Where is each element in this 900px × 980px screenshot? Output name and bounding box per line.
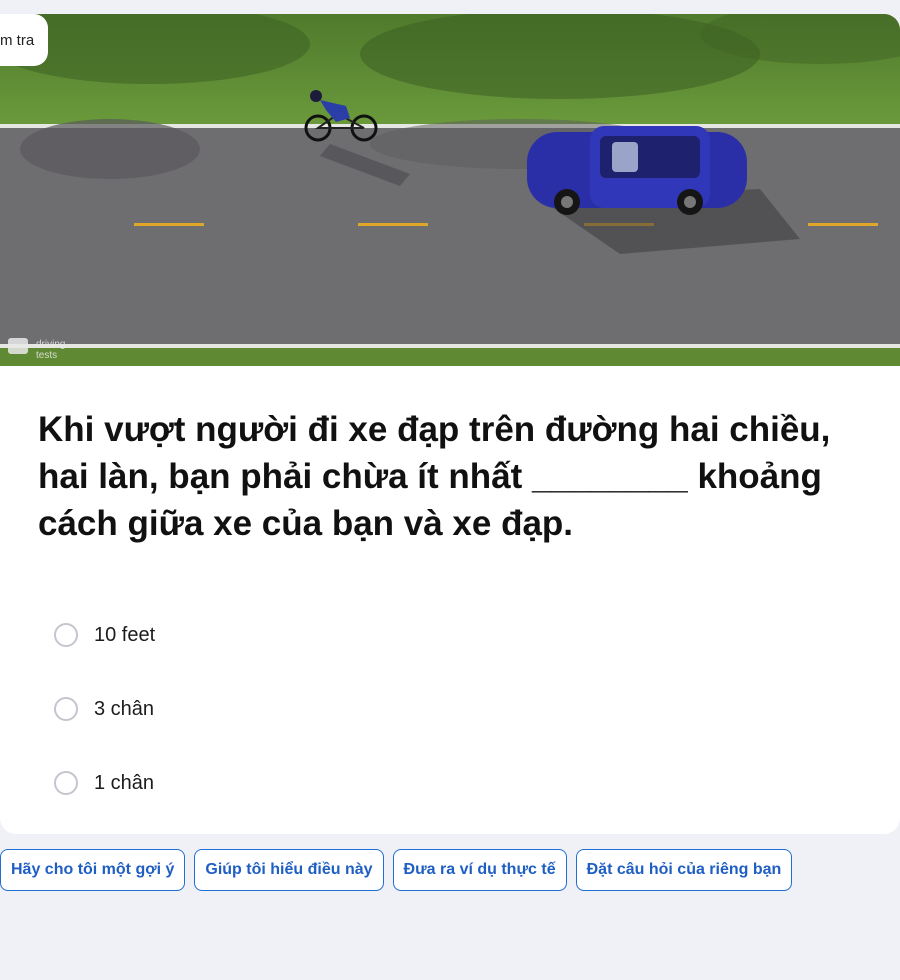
- question-text: Khi vượt người đi xe đạp trên đường hai …: [38, 410, 831, 543]
- real-example-button[interactable]: Đưa ra ví dụ thực tế: [392, 849, 567, 891]
- radio-button[interactable]: [54, 697, 78, 721]
- suggestion-chips: Hãy cho tôi một gợi ý Giúp tôi hiểu điều…: [0, 849, 793, 891]
- watermark-text-top: driving: [36, 339, 65, 350]
- test-badge: m tra: [0, 14, 49, 66]
- ask-question-button[interactable]: Đặt câu hỏi của riêng bạn: [575, 849, 793, 891]
- answer-option-label: 3 chân: [94, 697, 155, 720]
- answer-option[interactable]: 3 chân: [54, 672, 155, 746]
- watermark-text-bottom: tests: [36, 350, 57, 361]
- radio-button[interactable]: [54, 623, 78, 647]
- explain-button[interactable]: Giúp tôi hiểu điều này: [194, 849, 384, 891]
- radio-button[interactable]: [54, 771, 78, 795]
- answer-option-label: 10 feet: [94, 623, 156, 646]
- question-card: driving tests m tra Khi vượt người đi xe…: [0, 14, 900, 834]
- answer-option[interactable]: 1 chân: [54, 746, 155, 820]
- answer-option-label: 1 chân: [94, 771, 155, 794]
- hint-button[interactable]: Hãy cho tôi một gợi ý: [0, 849, 186, 891]
- question-image: driving tests: [0, 14, 900, 366]
- test-badge-label: m tra: [0, 31, 35, 49]
- answer-options: 10 feet 3 chân 1 chân: [54, 598, 155, 820]
- road-scene-image: driving tests: [0, 14, 900, 366]
- answer-option[interactable]: 10 feet: [54, 598, 155, 672]
